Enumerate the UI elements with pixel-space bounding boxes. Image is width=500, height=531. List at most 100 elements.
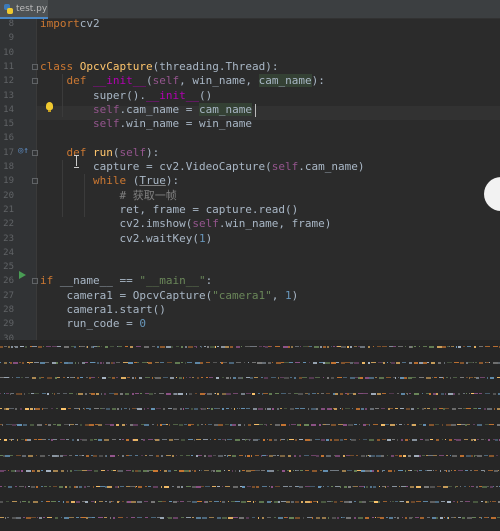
noise-segment bbox=[386, 377, 391, 378]
code-line[interactable]: if __name__ == "__main__": bbox=[40, 274, 212, 288]
code-line[interactable]: self.cam_name = cam_name bbox=[40, 102, 252, 117]
noise-segment bbox=[36, 485, 38, 488]
noise-segment bbox=[25, 377, 29, 378]
noise-segment bbox=[327, 377, 329, 379]
noise-segment bbox=[177, 485, 180, 488]
noise-segment bbox=[155, 361, 159, 363]
intention-bulb-icon[interactable] bbox=[46, 102, 53, 112]
noise-row bbox=[0, 377, 500, 379]
code-line[interactable]: camera1 = OpcvCapture("camera1", 1) bbox=[40, 289, 298, 303]
noise-segment bbox=[258, 408, 263, 410]
fold-marker-icon[interactable] bbox=[32, 278, 38, 285]
noise-segment bbox=[328, 516, 329, 519]
noise-segment bbox=[460, 361, 464, 364]
noise-segment bbox=[247, 454, 250, 457]
noise-segment bbox=[227, 439, 232, 440]
noise-segment bbox=[226, 377, 229, 379]
noise-segment bbox=[476, 377, 479, 379]
noise-segment bbox=[176, 377, 177, 378]
noise-segment bbox=[102, 377, 106, 379]
fold-marker-icon[interactable] bbox=[32, 149, 38, 156]
noise-segment bbox=[245, 454, 246, 457]
noise-segment bbox=[78, 392, 83, 395]
noise-segment bbox=[122, 501, 124, 502]
code-line[interactable]: ret, frame = capture.read() bbox=[40, 203, 298, 217]
code-line[interactable]: run_code = 0 bbox=[40, 317, 146, 331]
noise-segment bbox=[477, 439, 479, 440]
noise-segment bbox=[85, 501, 88, 503]
code-line[interactable]: camera1.start() bbox=[40, 303, 165, 317]
noise-segment bbox=[202, 408, 206, 410]
noise-segment bbox=[453, 501, 455, 502]
noise-segment bbox=[396, 423, 397, 425]
code-line[interactable]: class OpcvCapture(threading.Thread): bbox=[40, 60, 278, 74]
code-line[interactable]: super().__init__() bbox=[40, 89, 212, 103]
override-marker-icon[interactable]: ◎↑ bbox=[18, 146, 29, 156]
code-line[interactable]: capture = cv2.VideoCapture(self.cam_name… bbox=[40, 160, 365, 174]
noise-segment bbox=[441, 501, 445, 502]
noise-segment bbox=[213, 454, 216, 456]
code-line[interactable]: def __init__(self, win_name, cam_name): bbox=[40, 74, 325, 88]
noise-segment bbox=[189, 392, 192, 395]
code-line[interactable]: # 获取一帧 bbox=[40, 189, 176, 203]
noise-segment bbox=[168, 408, 172, 409]
noise-segment bbox=[271, 485, 273, 488]
noise-segment bbox=[126, 423, 127, 425]
noise-segment bbox=[15, 408, 17, 410]
fold-marker-icon[interactable] bbox=[32, 63, 38, 70]
noise-segment bbox=[116, 361, 120, 363]
noise-segment bbox=[222, 501, 225, 503]
noise-segment bbox=[57, 346, 61, 347]
noise-segment bbox=[366, 485, 368, 488]
noise-segment bbox=[434, 377, 437, 378]
code-line[interactable]: def run(self): bbox=[40, 146, 160, 160]
noise-segment bbox=[301, 501, 303, 503]
noise-segment bbox=[129, 454, 132, 456]
noise-segment bbox=[496, 485, 498, 487]
noise-segment bbox=[185, 361, 186, 364]
noise-segment bbox=[419, 423, 422, 425]
noise-segment bbox=[284, 408, 287, 409]
noise-segment bbox=[107, 470, 109, 471]
noise-segment bbox=[61, 516, 62, 518]
noise-segment bbox=[67, 470, 68, 472]
noise-segment bbox=[132, 392, 134, 395]
code-line[interactable]: cv2.imshow(self.win_name, frame) bbox=[40, 217, 331, 231]
noise-segment bbox=[77, 439, 79, 441]
noise-segment bbox=[112, 408, 116, 410]
fold-marker-icon[interactable] bbox=[32, 78, 38, 85]
noise-segment bbox=[331, 485, 333, 487]
code-token: ) bbox=[205, 231, 213, 245]
noise-segment bbox=[424, 408, 426, 409]
fold-marker-icon[interactable] bbox=[32, 178, 38, 185]
code-token: 0 bbox=[139, 317, 146, 331]
noise-segment bbox=[350, 346, 352, 348]
noise-segment bbox=[116, 377, 118, 378]
code-line[interactable]: importcv2 bbox=[40, 17, 100, 31]
run-gutter-icon[interactable] bbox=[19, 271, 26, 279]
noise-segment bbox=[166, 392, 171, 395]
noise-segment bbox=[101, 346, 102, 347]
noise-segment bbox=[343, 377, 347, 378]
noise-segment bbox=[53, 423, 56, 425]
code-line[interactable]: while (True): bbox=[40, 174, 179, 188]
noise-segment bbox=[186, 485, 191, 487]
noise-segment bbox=[369, 423, 370, 426]
noise-segment bbox=[427, 516, 430, 518]
noise-segment bbox=[211, 408, 213, 410]
noise-segment bbox=[23, 423, 27, 426]
noise-segment bbox=[364, 485, 365, 488]
code-line[interactable]: cv2.waitKey(1) bbox=[40, 232, 212, 246]
noise-segment bbox=[404, 423, 405, 425]
noise-segment bbox=[450, 377, 451, 379]
noise-segment bbox=[217, 346, 219, 347]
code-line[interactable]: self.win_name = win_name bbox=[40, 117, 252, 131]
noise-segment bbox=[395, 454, 398, 456]
noise-segment bbox=[85, 361, 88, 363]
noise-segment bbox=[295, 516, 300, 519]
noise-segment bbox=[269, 392, 272, 395]
noise-segment bbox=[258, 516, 259, 519]
noise-segment bbox=[72, 439, 74, 441]
noise-segment bbox=[207, 346, 209, 348]
